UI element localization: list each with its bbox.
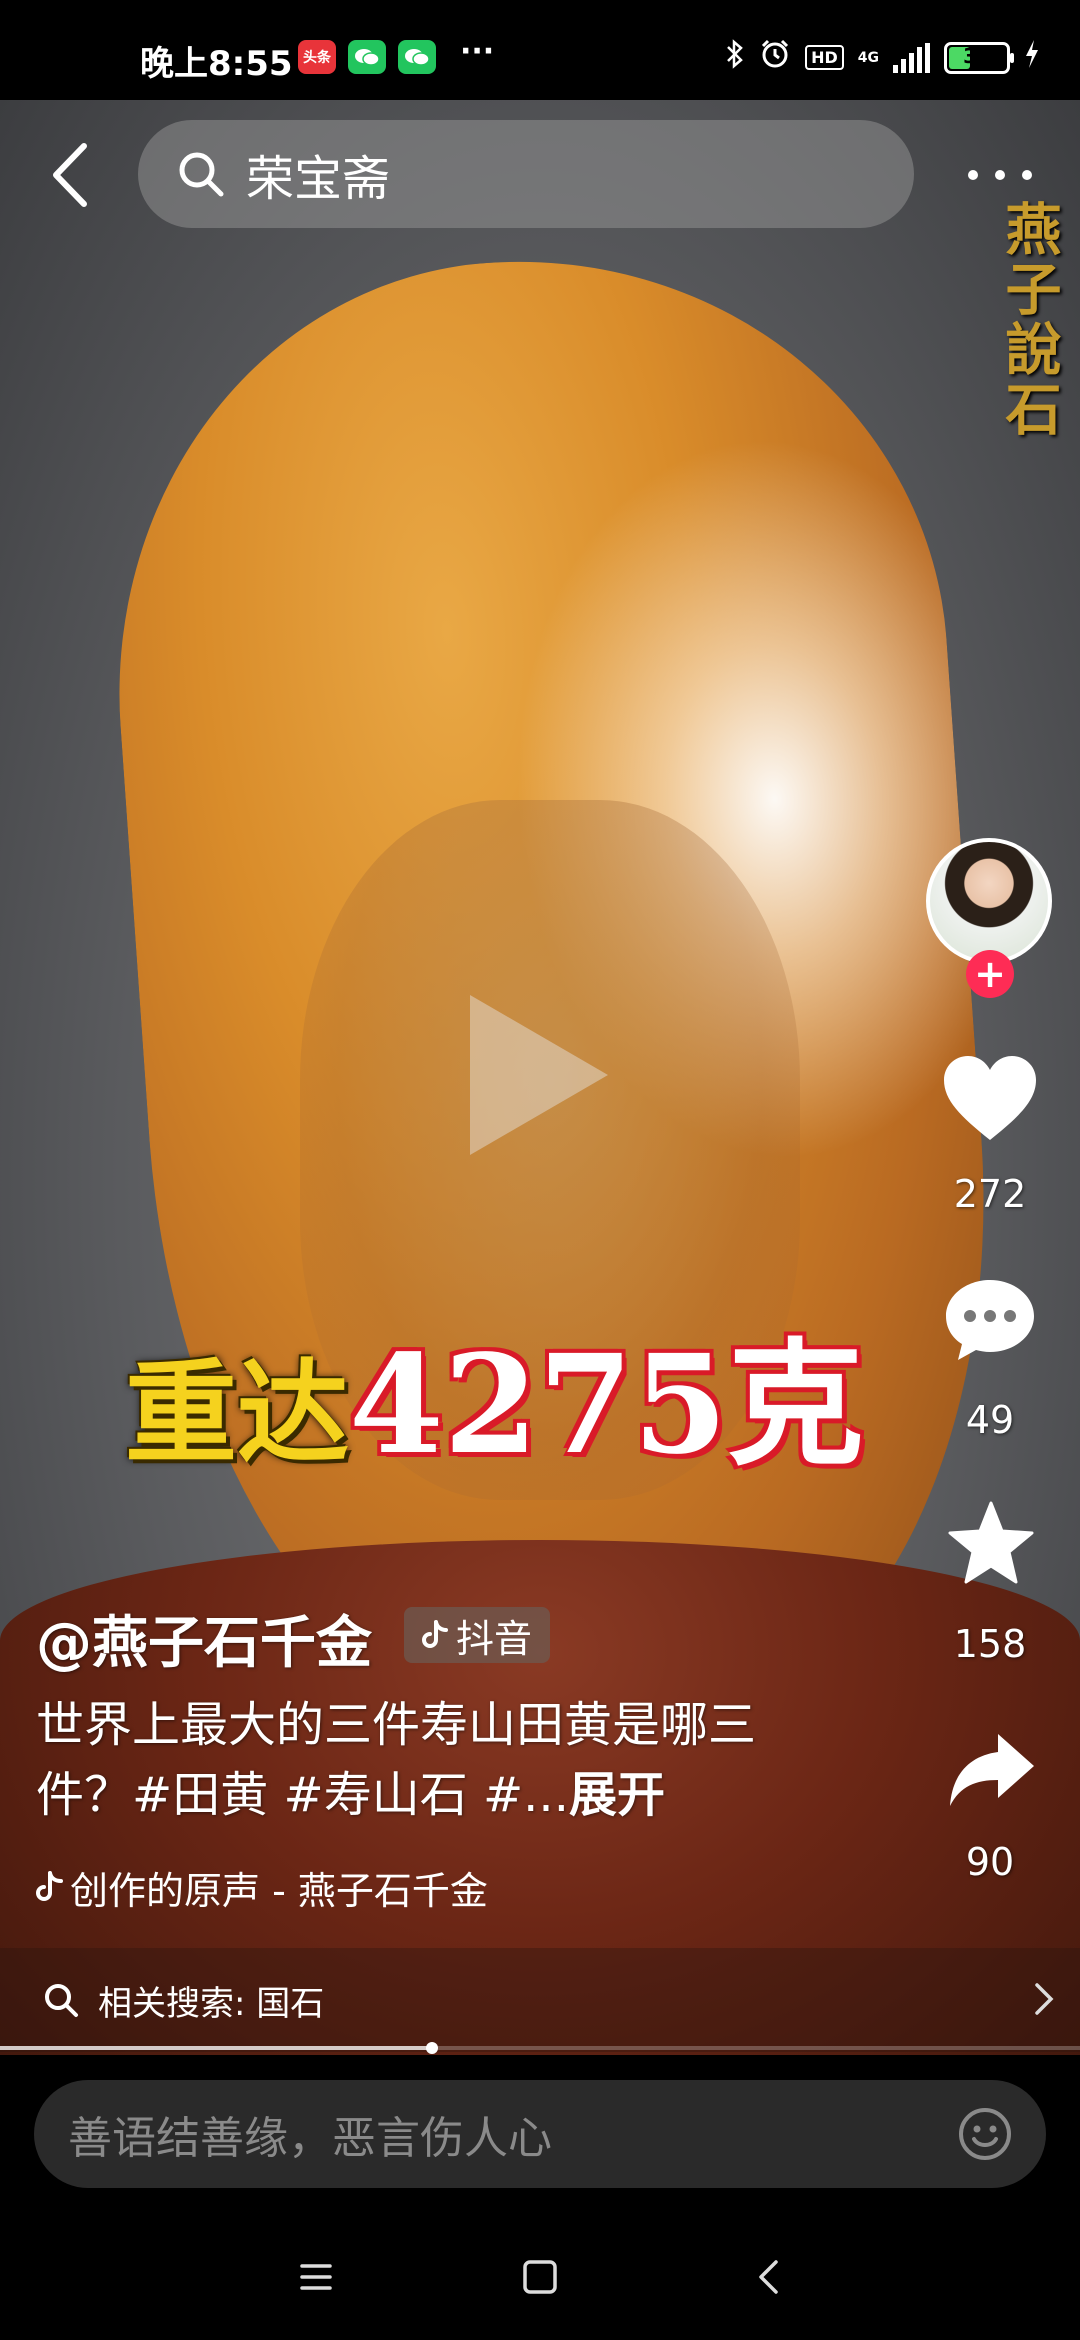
wechat-icon [348,40,386,74]
back-arrow-icon [53,143,87,207]
channel-watermark: 燕子說石 [996,200,1062,440]
source-tag-label: 抖音 [456,1616,533,1661]
music-note-icon [36,1870,63,1901]
author-avatar[interactable] [926,838,1052,964]
menu-icon [300,2264,332,2290]
music-info[interactable]: 创作的原声 - 燕子石千金 [36,1860,488,1915]
video-caption: 重达4275克 [125,1295,864,1492]
menu-button[interactable] [286,2250,346,2304]
status-time: 晚上8:55 [140,44,293,84]
search-query: 荣宝斋 [246,151,391,207]
like-count: 272 [953,1172,1027,1216]
share-count: 90 [965,1840,1015,1884]
more-dot [968,170,978,180]
system-nav-bar [0,2210,1080,2340]
more-dot [995,170,1005,180]
more-dot [1022,170,1032,180]
home-square-icon [523,2260,557,2294]
share-arrow-icon[interactable] [946,1730,1036,1810]
play-icon[interactable] [470,995,608,1155]
emoji-icon[interactable] [958,2107,1012,2161]
signal-icon [893,42,930,73]
follow-button[interactable]: + [966,950,1014,998]
back-button[interactable] [40,140,100,210]
search-icon [176,149,226,199]
author-name[interactable]: @燕子石千金 [36,1598,372,1679]
post-description: 世界上最大的三件寿山田黄是哪三件？#田黄 #寿山石 #...展开 [36,1690,836,1830]
battery-icon: 38 [944,41,1014,74]
comment-count: 49 [965,1398,1015,1442]
comment-area: 善语结善缘，恶言伤人心 [0,2055,1080,2210]
status-bar: 晚上8:55 头条 ··· HD 4G 38 [0,0,1080,100]
playback-progress[interactable] [0,2042,1080,2054]
bluetooth-icon [725,39,745,76]
caption-highlight: 4275克 [349,1325,864,1485]
douyin-icon [422,1620,448,1648]
like-heart-icon[interactable] [940,1052,1040,1144]
related-search-bar[interactable]: 相关搜索: 国石 [0,1948,1080,2052]
comment-icon[interactable] [942,1276,1038,1364]
more-notifications-icon: ··· [460,34,495,69]
hd-voice-icon: HD [805,45,844,70]
douyin-source-tag[interactable]: 抖音 [404,1607,551,1663]
related-search-label: 相关搜索: 国石 [98,1983,325,2024]
music-title: 创作的原声 - 燕子石千金 [70,1869,488,1913]
favorite-star-icon[interactable] [946,1500,1036,1586]
alarm-icon [759,38,791,77]
search-icon [42,1981,80,2019]
more-options-button[interactable] [968,150,1032,200]
caption-prefix: 重达 [125,1348,349,1479]
nav-back-button[interactable] [738,2250,798,2304]
favorite-count: 158 [953,1622,1027,1666]
search-bar[interactable]: 荣宝斋 [138,120,914,228]
nav-back-icon [759,2260,778,2294]
comment-input[interactable]: 善语结善缘，恶言伤人心 [34,2080,1046,2188]
progress-knob[interactable] [426,2042,438,2054]
battery-label: 38 [963,43,991,68]
expand-button[interactable]: 展开 [569,1767,665,1823]
home-button[interactable] [510,2250,570,2304]
charging-icon [1024,39,1040,76]
progress-fill [0,2046,432,2050]
network-type: 4G [857,49,879,66]
comment-placeholder: 善语结善缘，恶言伤人心 [68,2113,552,2164]
chevron-right-icon [1034,1982,1054,2016]
toutiao-icon: 头条 [298,40,336,74]
wechat-icon [398,40,436,74]
